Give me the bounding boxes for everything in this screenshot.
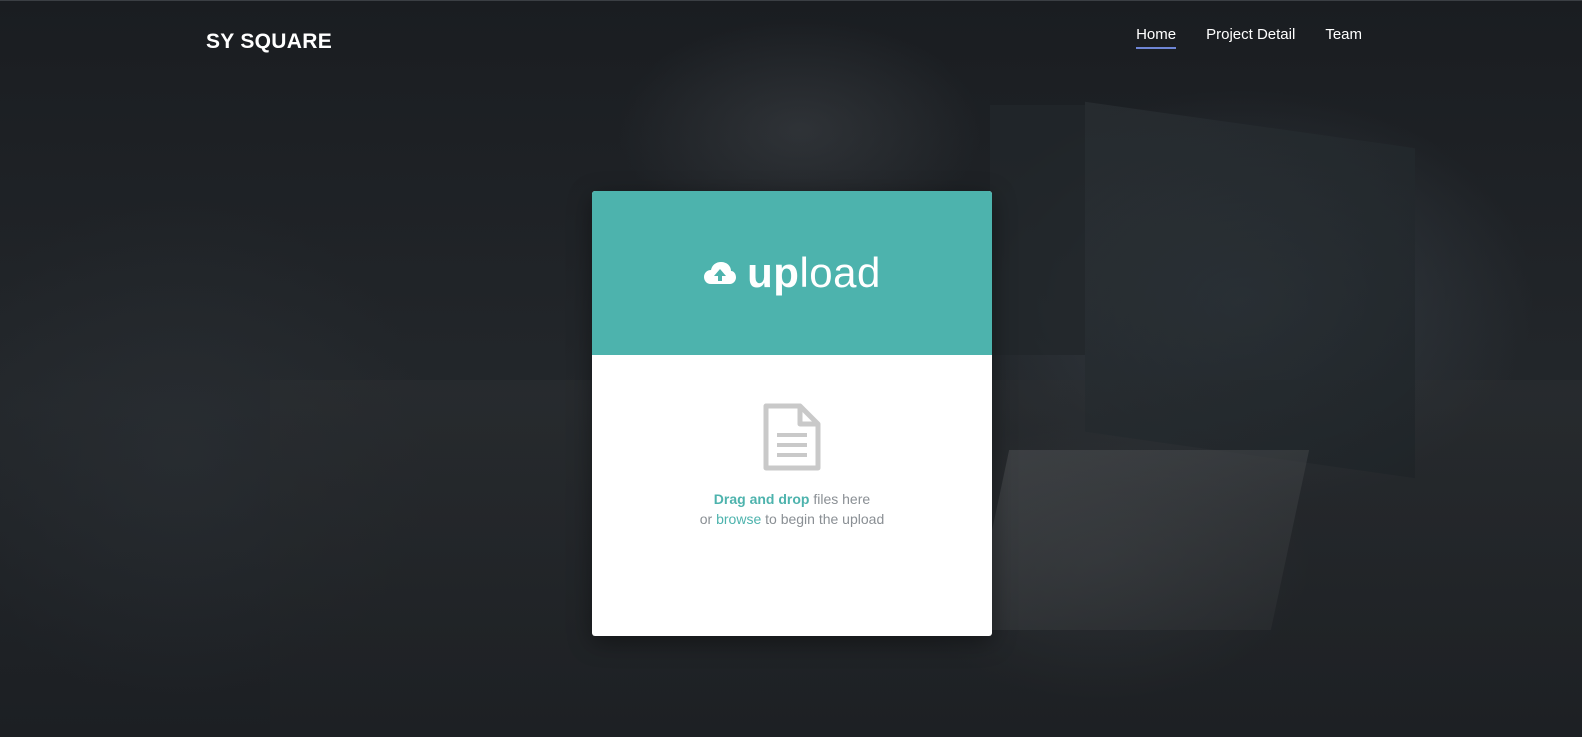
upload-title: upload: [747, 249, 881, 297]
drop-text: files here: [809, 491, 871, 507]
drag-and-drop-label: Drag and drop: [713, 491, 810, 507]
nav-project-detail[interactable]: Project Detail: [1206, 26, 1295, 49]
or-text: or: [699, 511, 717, 527]
site-header: SY SQUARE Home Project Detail Team: [0, 0, 1582, 80]
background-laptop: [970, 450, 1310, 630]
nav-team[interactable]: Team: [1325, 26, 1362, 49]
background-monitor: [1085, 101, 1415, 479]
begin-upload-text: to begin the upload: [761, 511, 885, 527]
main-nav: Home Project Detail Team: [1136, 26, 1362, 49]
brand-logo[interactable]: SY SQUARE: [206, 30, 332, 54]
upload-title-light: load: [799, 249, 881, 296]
upload-card: upload Drag and drop files here or brows…: [592, 191, 992, 636]
upload-card-header: upload: [592, 191, 992, 355]
nav-home[interactable]: Home: [1136, 26, 1177, 49]
upload-title-bold: up: [747, 249, 800, 296]
cloud-upload-icon: [704, 262, 737, 284]
background-monitor-left: [990, 105, 1085, 355]
drop-instructions: Drag and drop files here or browse to be…: [700, 489, 884, 529]
browse-link[interactable]: browse: [716, 511, 761, 527]
drop-zone[interactable]: Drag and drop files here or browse to be…: [592, 355, 992, 529]
file-icon: [763, 403, 821, 471]
